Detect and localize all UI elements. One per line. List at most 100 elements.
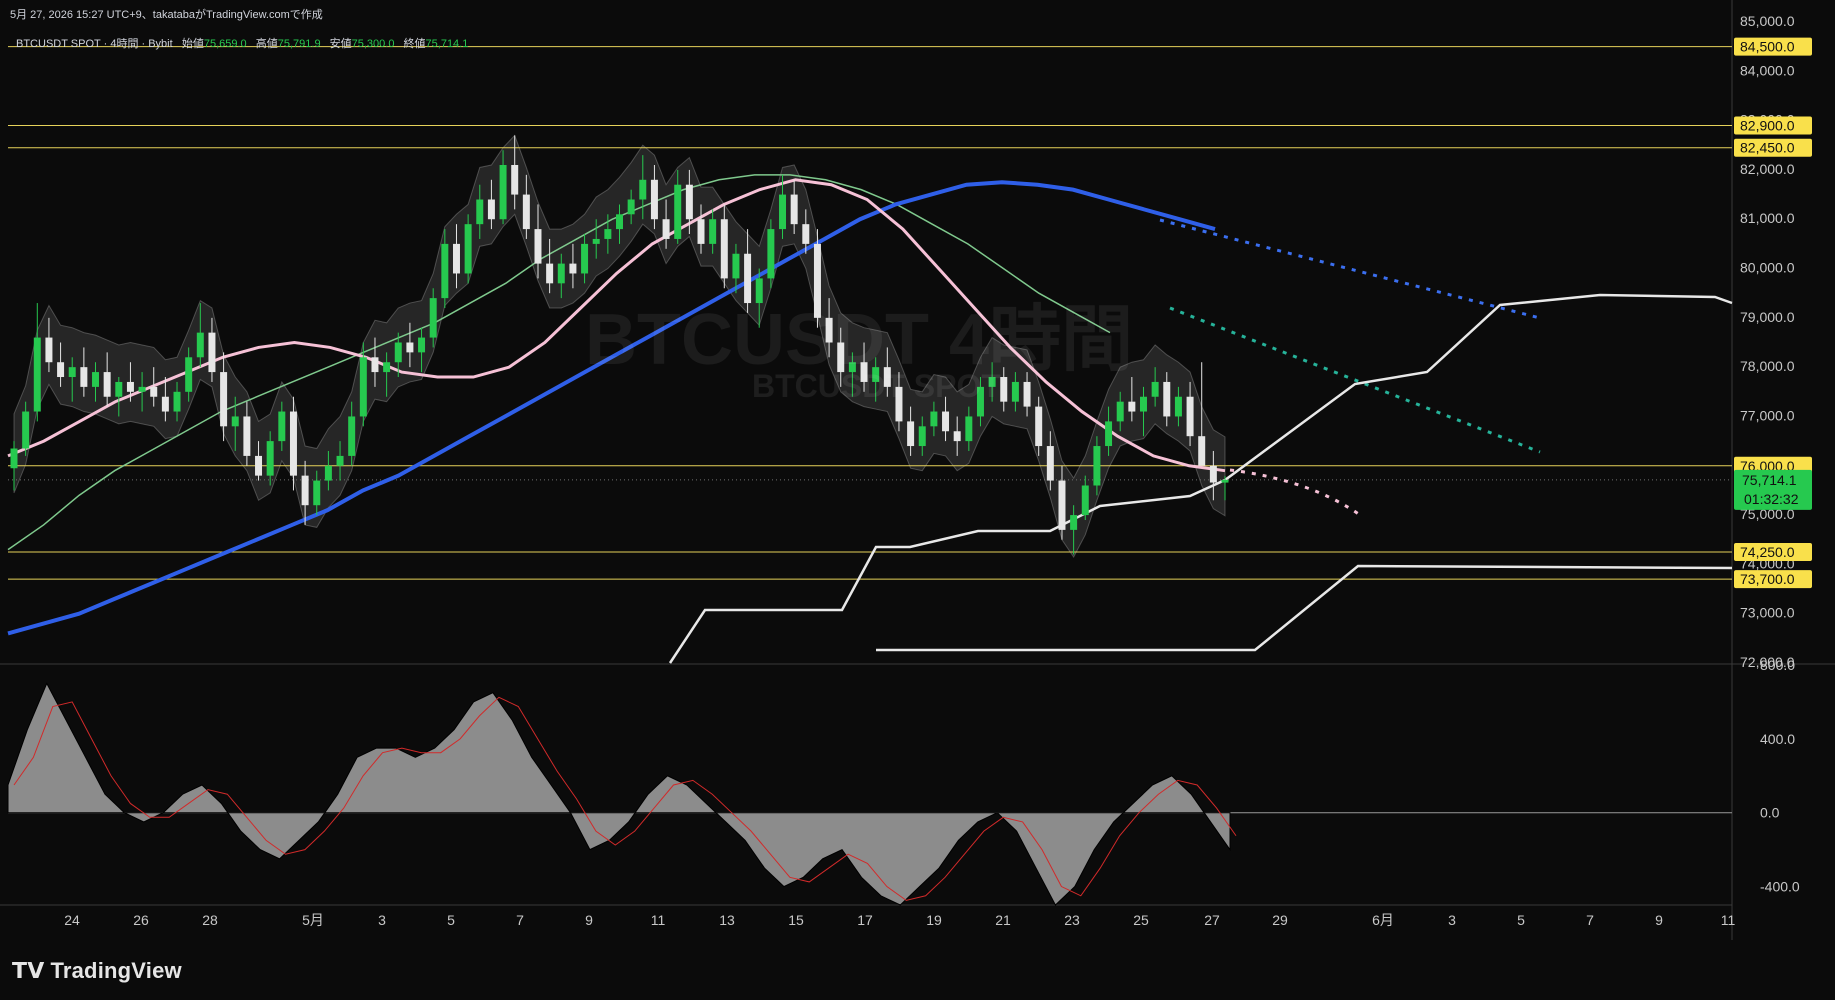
x-tick-label: 23: [1064, 912, 1080, 928]
oscillator-tick-label: 0.0: [1760, 805, 1780, 821]
candle-body: [1209, 465, 1217, 483]
x-tick-label: 28: [202, 912, 218, 928]
candle-body: [546, 263, 554, 284]
level-label: 82,900.0: [1740, 118, 1795, 134]
x-tick-label: 5月: [302, 912, 324, 928]
open-value: 75,659.0: [203, 38, 247, 50]
candle-body: [1023, 381, 1031, 407]
candle-body: [10, 448, 18, 469]
x-tick-label: 3: [1448, 912, 1456, 928]
candle-body: [1058, 480, 1066, 530]
created-by-header: 5月 27, 2026 15:27 UTC+9、takatabaがTrading…: [10, 9, 323, 21]
x-tick-label: 3: [378, 912, 386, 928]
candle-body: [511, 164, 519, 195]
candle-body: [802, 224, 810, 244]
candle-body: [965, 416, 973, 442]
x-tick-label: 9: [585, 912, 593, 928]
x-tick-label: 11: [651, 912, 666, 928]
candle-body: [685, 184, 693, 220]
candle-body: [918, 426, 926, 447]
current-price-label: 75,714.1: [1742, 472, 1797, 488]
candle-body: [627, 199, 635, 215]
y-tick-label: 73,000.0: [1740, 605, 1795, 621]
candle-body: [1139, 396, 1147, 412]
close-label: 終値: [403, 38, 426, 50]
candle-body: [1093, 446, 1101, 486]
candle-body: [1046, 446, 1054, 481]
candle-body: [1128, 401, 1136, 412]
candle-body: [266, 441, 274, 476]
ohlc-legend: BTCUSDT SPOT · 4時間 · Bybit 始値75,659.0 高値…: [16, 35, 474, 51]
candle-body: [92, 372, 100, 387]
candle-body: [464, 224, 472, 274]
candle-body: [1035, 406, 1043, 447]
x-tick-label: 13: [719, 912, 735, 928]
low-label: 安値: [329, 38, 352, 50]
oscillator-tick-label: 400.0: [1760, 731, 1795, 747]
candle-body: [103, 372, 111, 397]
candle-body: [359, 357, 367, 417]
candle-body: [709, 219, 717, 244]
candle-body: [138, 386, 146, 392]
candle-body: [534, 229, 542, 264]
candle-body: [220, 372, 228, 427]
candle-body: [278, 411, 286, 442]
candle-body: [301, 475, 309, 506]
candle-body: [45, 337, 53, 363]
candle-body: [639, 179, 647, 200]
candle-body: [476, 199, 484, 225]
candle-body: [231, 416, 239, 427]
x-tick-label: 27: [1204, 912, 1220, 928]
x-tick-label: 24: [64, 912, 80, 928]
candle-body: [604, 229, 612, 239]
candle-body: [522, 194, 530, 230]
y-tick-label: 81,000.0: [1740, 210, 1795, 226]
candle-body: [452, 243, 460, 274]
candle-body: [126, 381, 134, 392]
candle-body: [196, 332, 204, 358]
candle-body: [418, 337, 426, 353]
x-tick-label: 25: [1133, 912, 1149, 928]
low-value: 75,300.0: [351, 38, 395, 50]
x-tick-label: 7: [516, 912, 524, 928]
candle-body: [68, 367, 76, 378]
candle-body: [115, 381, 123, 397]
candle-body: [348, 416, 356, 456]
candle-body: [336, 455, 344, 466]
x-tick-label: 15: [788, 912, 804, 928]
candle-body: [80, 367, 88, 387]
close-value: 75,714.1: [425, 38, 469, 50]
x-tick-label: 5: [1517, 912, 1525, 928]
candle-body: [557, 263, 565, 284]
candle-body: [592, 238, 600, 244]
candle-body: [779, 194, 787, 230]
candle-body: [953, 431, 961, 442]
candle-body: [441, 243, 449, 299]
candle-body: [57, 362, 65, 378]
high-value: 75,791.9: [277, 38, 321, 50]
candle-body: [942, 411, 950, 432]
candle-body: [1174, 396, 1182, 417]
oscillator-area: [7, 682, 1231, 906]
high-label: 高値: [255, 38, 278, 50]
tradingview-logo[interactable]: 𝗧𝗩 TradingView: [12, 958, 182, 984]
level-label: 74,250.0: [1740, 544, 1795, 560]
candle-body: [720, 219, 728, 279]
candle-body: [662, 219, 670, 239]
candle-body: [790, 194, 798, 225]
candle-body: [161, 396, 169, 412]
candle-body: [289, 411, 297, 476]
chart-canvas[interactable]: 72,000.073,000.074,000.075,000.076,000.0…: [0, 0, 1835, 1000]
candle-body: [313, 480, 321, 506]
candle-body: [697, 219, 705, 244]
x-tick-label: 5: [447, 912, 455, 928]
watermark-subtitle: BTCUSDT SPOT: [752, 368, 1001, 404]
candle-body: [1070, 515, 1078, 530]
candle-body: [569, 263, 577, 274]
x-tick-label: 6月: [1372, 912, 1394, 928]
y-tick-label: 78,000.0: [1740, 358, 1795, 374]
x-tick-label: 19: [926, 912, 942, 928]
candle-body: [1105, 421, 1113, 447]
candle-body: [1116, 401, 1124, 422]
candle-body: [429, 298, 437, 338]
